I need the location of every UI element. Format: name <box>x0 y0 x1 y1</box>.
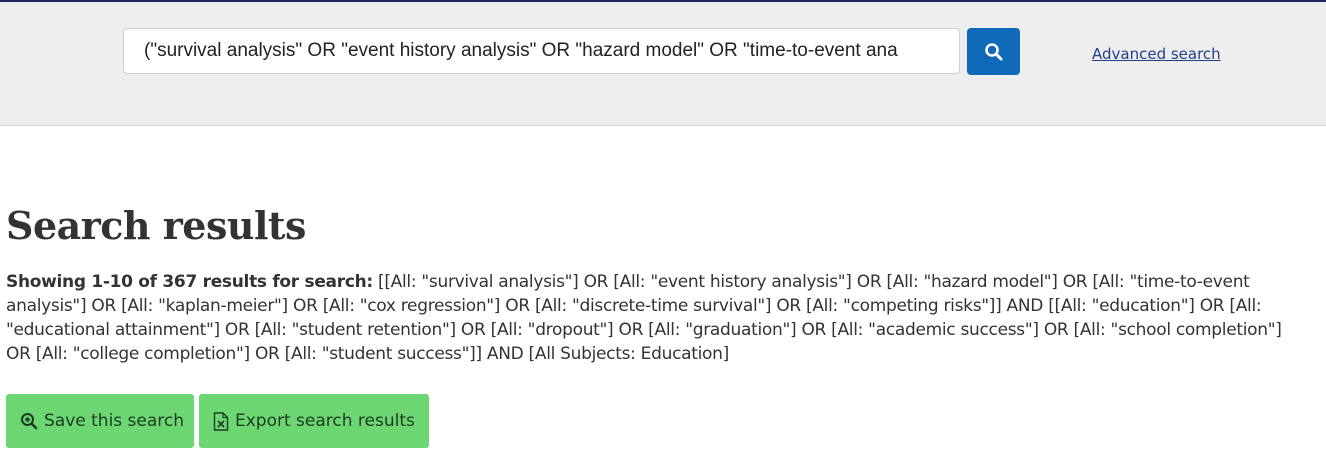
spreadsheet-file-icon <box>213 411 229 431</box>
advanced-search-link[interactable]: Advanced search <box>1092 45 1221 63</box>
search-input[interactable] <box>123 28 960 74</box>
page-title: Search results <box>6 203 306 248</box>
save-search-button[interactable]: Save this search <box>6 394 194 448</box>
results-count: Showing 1-10 of 367 results for search: <box>6 272 373 292</box>
search-button[interactable] <box>967 28 1020 75</box>
results-summary: Showing 1-10 of 367 results for search: … <box>6 270 1296 366</box>
export-results-button[interactable]: Export search results <box>199 394 429 448</box>
export-results-label: Export search results <box>235 411 415 431</box>
zoom-plus-icon <box>20 412 38 430</box>
search-icon <box>984 42 1004 62</box>
search-bar: Advanced search <box>0 2 1326 126</box>
save-search-label: Save this search <box>44 411 185 431</box>
